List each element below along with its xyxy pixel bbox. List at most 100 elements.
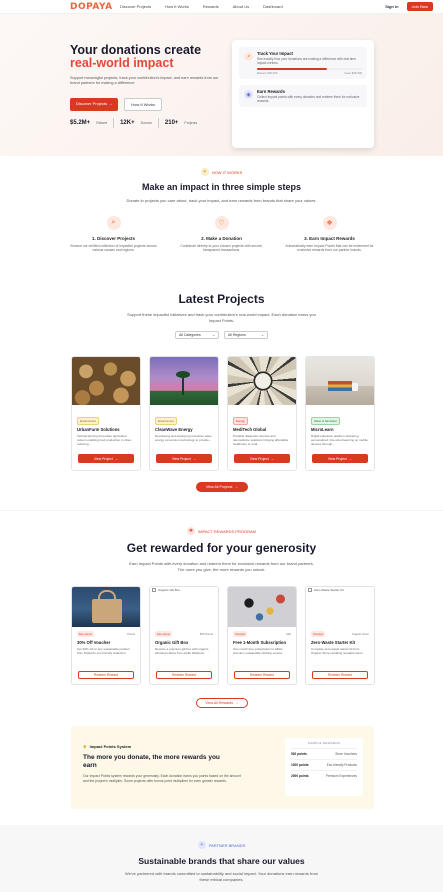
progress-raised: Raised: $30,000 — [257, 71, 278, 75]
nav-about[interactable]: About Us — [233, 4, 249, 9]
nav-how[interactable]: How It Works — [165, 4, 189, 9]
arrow-right-icon: → — [114, 456, 119, 461]
how-it-works-button[interactable]: How It Works — [124, 98, 162, 111]
view-project-button[interactable]: View Project → — [234, 454, 290, 463]
project-card[interactable]: Energy MediTech Global Portable diagnost… — [227, 356, 297, 471]
step-title: 2. Make a Donation — [201, 235, 242, 241]
reward-card[interactable]: Lifestyle Alfa Free 1-Month Subscription… — [227, 586, 297, 685]
card-body: Environment CleanWave Energy Developing … — [150, 405, 218, 446]
step-discover: ⌕ 1. Discover Projects Browse our verifi… — [69, 215, 159, 253]
redeem-reward-button[interactable]: Redeem Reward — [312, 671, 368, 679]
reward-image: Zero-Waste Starter Kit — [306, 587, 374, 627]
project-title: CleanWave Energy — [155, 427, 193, 432]
reward-cost: Alfa — [286, 632, 291, 636]
sample-reward-row: 500 points Store Vouchers — [291, 748, 357, 759]
how-it-works-section: ✦ HOW IT WORKS Make an impact in three s… — [0, 168, 443, 253]
gift-icon: ❖ — [187, 527, 196, 535]
search-icon: ⌕ — [106, 215, 121, 230]
project-card[interactable]: Environment CleanWave Energy Developing … — [149, 356, 219, 471]
points-value: 1000 points — [291, 763, 309, 767]
hero-feature-card: ↗ Track Your Impact See exactly how your… — [232, 40, 374, 148]
view-project-label: View Project — [171, 456, 191, 461]
nav-dashboard[interactable]: Dashboard — [263, 4, 283, 9]
reward-name: Eco-friendly Products — [326, 763, 357, 767]
hero-description: Support meaningful projects, track your … — [70, 76, 219, 85]
logo[interactable]: DOPAYA — [70, 2, 113, 12]
project-card[interactable]: Water & Sanitation MicroLearn Digital ed… — [305, 356, 375, 471]
step-desc: Browse our verified collection of impact… — [70, 243, 157, 253]
track-impact-title: Track Your Impact — [257, 51, 293, 56]
nav-rewards[interactable]: Rewards — [203, 4, 219, 9]
projects-subtitle: Support these impactful initiatives and … — [127, 312, 316, 323]
nav-discover[interactable]: Discover Projects — [120, 4, 151, 9]
project-card[interactable]: Environment UrbanFarm Solutions Vertical… — [71, 356, 141, 471]
redeem-reward-button[interactable]: Redeem Reward — [78, 671, 134, 679]
points-value: 2000 points — [291, 774, 309, 778]
rewards-subtitle: Earn Impact Points with every donation a… — [129, 561, 314, 572]
sample-rewards-card: SAMPLE REWARDS 500 points Store Vouchers … — [285, 738, 363, 796]
reward-desc: Complete zero-waste starter kit from Org… — [311, 647, 364, 655]
stat-projects-value: 210+ — [164, 120, 179, 126]
chevron-down-icon: ⌄ — [261, 333, 264, 337]
reward-title: Zero-Waste Starter Kit — [311, 640, 356, 645]
impact-points-label-text: Impact Points System — [89, 744, 132, 749]
step-donate: ♡ 2. Make a Donation Contribute directly… — [177, 215, 267, 253]
reward-card[interactable]: Organic Gift Box Eco Home 800 Points Org… — [149, 586, 219, 685]
progress-fill — [257, 68, 328, 70]
step-desc: Contribute directly to your chosen proje… — [180, 243, 263, 253]
view-project-label: View Project — [249, 456, 269, 461]
view-project-button[interactable]: View Project → — [78, 454, 134, 463]
region-value: All Regions — [228, 333, 246, 337]
view-all-rewards-label: View All Rewards — [205, 701, 234, 705]
view-all-projects-button[interactable]: View All Projects → — [196, 482, 248, 492]
reward-cost: Organic Store — [351, 632, 369, 636]
reward-icon: ◉ — [244, 90, 253, 99]
reward-cost: Points — [127, 632, 135, 636]
rewards-section: ❖ IMPACT REWARDS PROGRAM Get rewarded fo… — [0, 510, 443, 825]
region-select[interactable]: All Regions ⌄ — [224, 331, 268, 339]
divider — [113, 118, 115, 128]
image-alt-text: Zero-Waste Starter Kit — [314, 588, 344, 592]
signin-link[interactable]: Sign In — [385, 4, 398, 9]
how-badge-label: HOW IT WORKS — [211, 169, 243, 175]
hero-title: Your donations create real-world impact — [70, 44, 240, 70]
view-project-button[interactable]: View Project → — [312, 454, 368, 463]
sample-reward-row: 1000 points Eco-friendly Products — [291, 759, 357, 770]
reward-card[interactable]: Eco Home Points 30% Off Voucher Get 30% … — [71, 586, 141, 685]
project-image — [150, 357, 218, 405]
how-subtitle: Donate to projects you care about, track… — [126, 198, 317, 203]
view-all-rewards-button[interactable]: View All Rewards → — [196, 698, 248, 708]
step-desc: Automatically earn Impact Points that ca… — [285, 243, 374, 253]
earn-rewards-title: Earn Rewards — [257, 89, 285, 94]
partner-brands-section: ✧ PARTNER BRANDS Sustainable brands that… — [0, 825, 443, 892]
view-project-button[interactable]: View Project → — [156, 454, 212, 463]
arrow-right-icon: → — [108, 101, 113, 106]
progress-goal: Goal: $45,000 — [344, 71, 362, 75]
track-impact-item: ↗ Track Your Impact See exactly how your… — [239, 47, 367, 79]
gift-icon: ❖ — [322, 215, 337, 230]
books-icon — [328, 381, 352, 391]
discover-projects-button[interactable]: Discover Projects → — [70, 98, 119, 111]
redeem-reward-button[interactable]: Redeem Reward — [156, 671, 212, 679]
broken-image: Zero-Waste Starter Kit — [306, 587, 374, 593]
points-value: 500 points — [291, 752, 307, 756]
reward-card[interactable]: Zero-Waste Starter Kit Lifestyle Organic… — [305, 586, 375, 685]
nav-links: Discover Projects How It Works Rewards A… — [120, 4, 283, 9]
broken-image-icon — [308, 588, 312, 592]
palm-leaves-icon — [176, 371, 190, 378]
project-desc: Portable diagnostic devices and telemedi… — [233, 434, 289, 446]
card-body: Eco Home 800 Points Organic Gift Box Rec… — [150, 627, 218, 659]
reward-title: Organic Gift Box — [155, 640, 189, 645]
trend-up-icon: ↗ — [244, 52, 253, 61]
impact-points-label: ♕ Impact Points System — [83, 744, 131, 749]
category-tag: Water & Sanitation — [311, 417, 341, 425]
category-select[interactable]: All Categories ⌄ — [175, 331, 219, 339]
image-alt-text: Organic Gift Box — [158, 588, 181, 592]
latest-projects-section: Latest Projects Support these impactful … — [0, 292, 443, 507]
join-button[interactable]: Join Now — [406, 2, 433, 11]
reward-name: Store Vouchers — [335, 752, 357, 756]
rewards-badge: ❖ IMPACT REWARDS PROGRAM — [0, 527, 443, 535]
redeem-reward-button[interactable]: Redeem Reward — [234, 671, 290, 679]
reward-meta: Lifestyle Alfa — [233, 631, 291, 637]
progress-labels: Raised: $30,000 Goal: $45,000 — [257, 71, 362, 75]
